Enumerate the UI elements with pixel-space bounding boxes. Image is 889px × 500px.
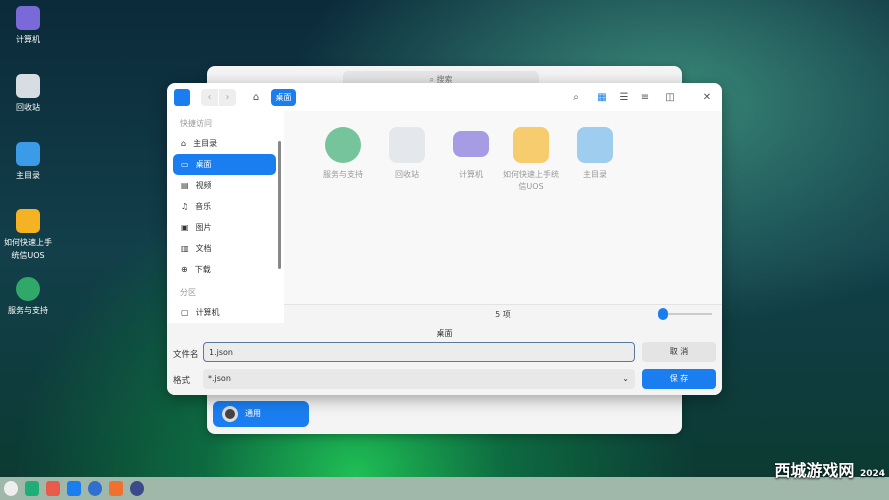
desktop-icon-guide[interactable]: 如何快速上手统信UOS xyxy=(4,209,52,262)
desktop-icon-trash[interactable]: 回收站 xyxy=(4,74,52,114)
gear-icon xyxy=(222,406,238,422)
document-icon: ▥ xyxy=(181,244,189,253)
cancel-button[interactable]: 取 消 xyxy=(642,342,716,362)
desktop-icon-home[interactable]: 主目录 xyxy=(4,142,52,182)
icon-view-icon[interactable]: ▦ xyxy=(595,89,609,106)
save-file-dialog: ‹ › ⌂ 桌面 ⌕ ▦ ☰ ≡ ◫ ✕ 快捷访问 ⌂ 主目录 ▭ 桌面 ▤ 视频 ♫… xyxy=(167,83,722,395)
save-panel: 桌面 文件名 1.json 取 消 格式 *.json ⌄ 保 存 xyxy=(167,323,722,395)
chevron-down-icon: ⌄ xyxy=(622,374,629,383)
app-store-icon[interactable] xyxy=(46,481,60,496)
breadcrumb-desktop[interactable]: 桌面 xyxy=(271,89,296,106)
search-icon[interactable]: ⌕ xyxy=(569,89,583,106)
file-item[interactable]: 服务与支持 xyxy=(313,127,373,181)
music-icon: ♫ xyxy=(181,202,189,211)
save-button[interactable]: 保 存 xyxy=(642,369,716,389)
sidebar-item-videos[interactable]: ▤ 视频 xyxy=(173,175,276,196)
format-label: 格式 xyxy=(173,376,191,386)
format-select[interactable]: *.json ⌄ xyxy=(203,369,635,389)
desktop-icon-support[interactable]: 服务与支持 xyxy=(4,277,52,317)
sidebar-item-computer[interactable]: ▢ 计算机 xyxy=(173,302,276,323)
close-icon[interactable]: ✕ xyxy=(700,89,714,106)
partition-header: 分区 xyxy=(180,288,196,297)
home-crumb-icon[interactable]: ⌂ xyxy=(249,89,263,106)
desktop-icon: ▭ xyxy=(181,160,189,169)
file-item[interactable]: 如何快速上手统信UOS xyxy=(501,127,561,193)
sidebar-scrollbar[interactable] xyxy=(278,141,281,269)
forward-button[interactable]: › xyxy=(219,89,236,106)
file-item[interactable]: 主目录 xyxy=(565,127,625,181)
file-view: 服务与支持 回收站 计算机 如何快速上手统信UOS 主目录 xyxy=(284,111,722,304)
control-center-icon[interactable] xyxy=(130,481,144,496)
icon-size-slider[interactable] xyxy=(658,308,712,320)
desktop-icon-computer[interactable]: 计算机 xyxy=(4,6,52,46)
browser-icon[interactable] xyxy=(88,481,102,496)
download-icon: ⊕ xyxy=(181,265,188,274)
file-manager-taskbar-icon[interactable] xyxy=(67,481,81,496)
multitask-icon[interactable] xyxy=(25,481,39,496)
filename-label: 文件名 xyxy=(173,350,199,360)
sidebar-item-pictures[interactable]: ▣ 图片 xyxy=(173,217,276,238)
sidebar-item-general[interactable]: 通用 xyxy=(213,401,309,427)
video-icon: ▤ xyxy=(181,181,189,190)
file-manager-icon xyxy=(174,89,190,106)
taskbar: 西城游戏网 2024 xyxy=(0,461,889,500)
current-directory: 桌面 xyxy=(436,329,453,338)
file-item[interactable]: 回收站 xyxy=(377,127,437,181)
tree-view-icon[interactable]: ≡ xyxy=(638,89,652,106)
store-icon[interactable] xyxy=(109,481,123,496)
launcher-icon[interactable] xyxy=(4,481,18,496)
sidebar-item-downloads[interactable]: ⊕ 下载 xyxy=(173,259,276,280)
preview-pane-icon[interactable]: ◫ xyxy=(663,89,677,106)
image-icon: ▣ xyxy=(181,223,189,232)
back-button[interactable]: ‹ xyxy=(201,89,218,106)
quick-access-header: 快捷访问 xyxy=(180,119,212,128)
sidebar-item-documents[interactable]: ▥ 文档 xyxy=(173,238,276,259)
toolbar: ‹ › ⌂ 桌面 ⌕ ▦ ☰ ≡ ◫ ✕ xyxy=(167,83,722,111)
sidebar-item-desktop[interactable]: ▭ 桌面 xyxy=(173,154,276,175)
status-bar: 5 项 xyxy=(284,304,722,323)
file-item[interactable]: 计算机 xyxy=(441,127,501,181)
sidebar-item-music[interactable]: ♫ 音乐 xyxy=(173,196,276,217)
sidebar-item-home[interactable]: ⌂ 主目录 xyxy=(173,133,276,154)
watermark-logo: 西城游戏网 2024 xyxy=(774,461,885,480)
list-view-icon[interactable]: ☰ xyxy=(617,89,631,106)
home-icon: ⌂ xyxy=(181,139,187,148)
slider-handle[interactable] xyxy=(658,308,668,320)
computer-icon: ▢ xyxy=(181,308,189,317)
filename-input[interactable]: 1.json xyxy=(203,342,635,362)
sidebar: 快捷访问 ⌂ 主目录 ▭ 桌面 ▤ 视频 ♫ 音乐 ▣ 图片 ▥ 文档 ⊕ 下载 分区 ▢ 计算… xyxy=(167,111,282,323)
